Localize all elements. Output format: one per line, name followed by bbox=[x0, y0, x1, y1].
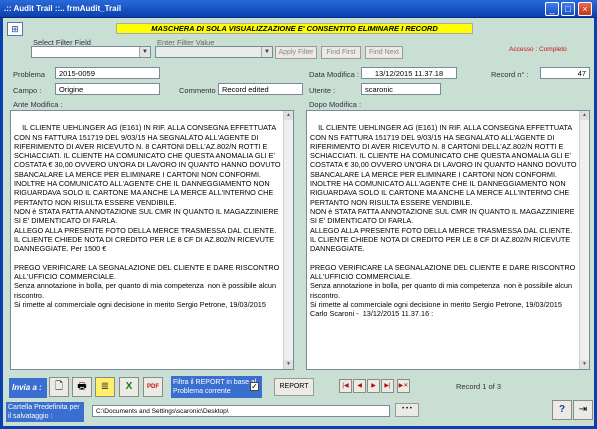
window-titlebar: .:: Audit Trail ::.. frmAudit_Trail bbox=[0, 0, 597, 18]
invia-label: Invia a : bbox=[9, 378, 47, 398]
default-folder-label: Cartella Predefinita per il salvataggio … bbox=[6, 402, 84, 422]
find-first-button[interactable]: Find First bbox=[321, 46, 361, 59]
document-icon[interactable]: 🗋 bbox=[49, 377, 69, 397]
excel-icon[interactable]: X bbox=[119, 377, 139, 397]
dopo-scrollbar[interactable]: ▲ ▼ bbox=[579, 111, 589, 369]
previous-record-button[interactable]: ◀ bbox=[353, 379, 366, 393]
dopo-modifica-content: IL CLIENTE UEHLINGER AG (E161) IN RIF. A… bbox=[310, 123, 577, 319]
find-next-button[interactable]: Find Next bbox=[365, 46, 403, 59]
minimize-button[interactable]: _ bbox=[545, 2, 559, 16]
pdf-icon[interactable]: PDF bbox=[143, 377, 163, 397]
enter-filter-combo[interactable]: ▼ bbox=[155, 46, 273, 58]
bottom-toolbar: Invia a : 🗋 🖶 ≣ X PDF Filtra il REPORT i… bbox=[3, 374, 594, 426]
data-modifica-field[interactable]: 13/12/2015 11.37.18 bbox=[361, 67, 457, 79]
form-body: ⊞ MASCHERA DI SOLA VISUALIZZAZIONE E' CO… bbox=[0, 18, 597, 429]
campo-label: Campo : bbox=[13, 86, 42, 95]
ante-modifica-text[interactable]: IL CLIENTE UEHLINGER AG (E161) IN RIF. A… bbox=[10, 110, 294, 370]
chevron-down-icon[interactable]: ▼ bbox=[261, 47, 272, 57]
data-modifica-label: Data Modifica : bbox=[309, 70, 360, 79]
browse-folder-button[interactable]: • • • bbox=[395, 403, 419, 417]
scroll-down-icon[interactable]: ▼ bbox=[284, 360, 293, 369]
chevron-down-icon[interactable]: ▼ bbox=[139, 47, 150, 57]
commento-label: Commento bbox=[179, 86, 216, 95]
filter-report-checkbox[interactable]: ✓ bbox=[250, 382, 259, 391]
filter-report-label: Filtra il REPORT in base al Problema cor… bbox=[173, 379, 257, 395]
access-mode-label: Accesso : Completo bbox=[509, 46, 567, 53]
maximize-button[interactable]: □ bbox=[561, 2, 575, 16]
scroll-up-icon[interactable]: ▲ bbox=[580, 111, 589, 120]
first-record-button[interactable]: |◀ bbox=[339, 379, 352, 393]
dopo-modifica-label: Dopo Modifica : bbox=[309, 100, 362, 109]
default-folder-field[interactable]: C:\Documents and Settings\scaronic\Deskt… bbox=[92, 405, 390, 417]
utente-field[interactable]: scaronic bbox=[361, 83, 441, 95]
view-only-banner: MASCHERA DI SOLA VISUALIZZAZIONE E' CONS… bbox=[116, 23, 473, 34]
ante-modifica-label: Ante Modifica : bbox=[13, 100, 63, 109]
help-icon[interactable]: ? bbox=[552, 400, 572, 420]
printer-icon[interactable]: 🖶 bbox=[72, 377, 92, 397]
problema-label: Problema bbox=[13, 70, 46, 79]
window-title: .:: Audit Trail ::.. frmAudit_Trail bbox=[4, 4, 122, 13]
apply-filter-button[interactable]: Apply Filter bbox=[275, 46, 317, 59]
record-number-field[interactable]: 47 bbox=[540, 67, 590, 79]
ante-scrollbar[interactable]: ▲ ▼ bbox=[283, 111, 293, 369]
record-number-label: Record n° : bbox=[491, 70, 529, 79]
campo-field[interactable]: Origine bbox=[55, 83, 160, 95]
report-button[interactable]: REPORT bbox=[274, 378, 314, 396]
problema-field[interactable]: 2015-0059 bbox=[55, 67, 160, 79]
last-record-button[interactable]: ▶| bbox=[381, 379, 394, 393]
utente-label: Utente : bbox=[309, 86, 336, 95]
ante-modifica-content: IL CLIENTE UEHLINGER AG (E161) IN RIF. A… bbox=[14, 123, 281, 309]
commento-field[interactable]: Record edited bbox=[218, 83, 303, 95]
delete-record-button[interactable]: ▶✕ bbox=[397, 379, 410, 393]
close-button[interactable]: × bbox=[578, 2, 592, 16]
scroll-up-icon[interactable]: ▲ bbox=[284, 111, 293, 120]
dopo-modifica-text[interactable]: IL CLIENTE UEHLINGER AG (E161) IN RIF. A… bbox=[306, 110, 590, 370]
select-filter-combo[interactable]: ▼ bbox=[31, 46, 151, 58]
filter-report-option[interactable]: Filtra il REPORT in base al Problema cor… bbox=[171, 376, 262, 398]
note-icon[interactable]: ≣ bbox=[95, 377, 115, 397]
form-icon: ⊞ bbox=[7, 22, 23, 36]
next-record-button[interactable]: ▶ bbox=[367, 379, 380, 393]
exit-icon[interactable]: ⇥ bbox=[573, 400, 593, 420]
record-status-label: Record 1 of 3 bbox=[456, 382, 502, 391]
scroll-down-icon[interactable]: ▼ bbox=[580, 360, 589, 369]
